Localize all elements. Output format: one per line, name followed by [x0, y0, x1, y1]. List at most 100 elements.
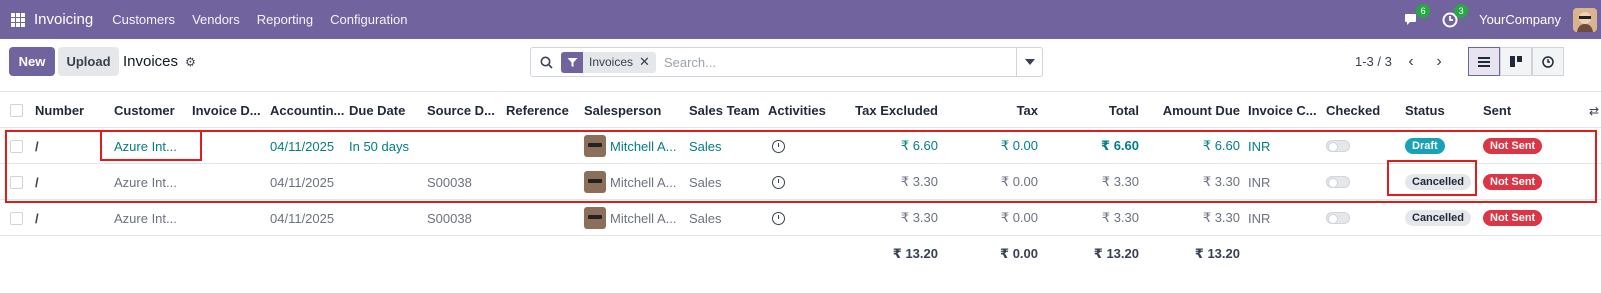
activity-clock-icon[interactable] — [772, 128, 792, 164]
cell-source-document: S00038 — [427, 174, 472, 190]
menu-configuration[interactable]: Configuration — [330, 12, 407, 27]
upload-button[interactable]: Upload — [58, 47, 119, 76]
cell-due-date — [349, 164, 423, 200]
cell-amount-due: ₹ 3.30 — [1202, 174, 1240, 189]
cell-total: ₹ 3.30 — [1101, 174, 1139, 189]
col-activities[interactable]: Activities — [768, 92, 842, 128]
not-sent-badge: Not Sent — [1483, 138, 1543, 154]
kanban-view-icon[interactable] — [1500, 47, 1532, 76]
status-badge: Cancelled — [1405, 164, 1479, 200]
activity-clock-icon[interactable] — [772, 164, 792, 200]
col-checked[interactable]: Checked — [1326, 92, 1400, 128]
checked-toggle[interactable] — [1326, 164, 1366, 200]
col-salesperson[interactable]: Salesperson — [584, 92, 684, 128]
search-input[interactable] — [663, 54, 1016, 70]
col-sent[interactable]: Sent — [1483, 92, 1543, 128]
menu-customers[interactable]: Customers — [112, 12, 175, 27]
table-row[interactable]: / Azure Int... 04/11/2025 S00038 Mitchel… — [0, 200, 1601, 236]
col-accounting-date[interactable]: Accountin... — [270, 92, 344, 128]
total-tax-excluded: ₹ 13.20 — [892, 246, 938, 261]
row-checkbox[interactable] — [10, 164, 24, 200]
company-switcher[interactable]: YourCompany — [1479, 12, 1561, 27]
remove-facet-icon[interactable]: ✕ — [639, 52, 656, 73]
salesperson-name: Mitchell A... — [610, 174, 677, 190]
cell-salesperson[interactable]: Mitchell A... — [584, 164, 684, 200]
table-row[interactable]: / Azure Int... 04/11/2025 In 50 days Mit… — [0, 128, 1601, 164]
activity-clock-icon[interactable] — [772, 200, 792, 236]
cell-amount-due: ₹ 6.60 — [1202, 138, 1240, 153]
cell-invoice-date — [192, 200, 266, 236]
salesperson-avatar — [584, 171, 606, 193]
status-draft-badge: Draft — [1405, 138, 1445, 154]
search-options-toggle[interactable] — [1016, 48, 1042, 76]
user-avatar[interactable] — [1573, 7, 1597, 32]
gear-icon[interactable]: ⚙ — [185, 55, 196, 69]
cell-salesperson[interactable]: Mitchell A... — [584, 200, 684, 236]
pager-value[interactable]: 1-3 / 3 — [1355, 54, 1392, 69]
menu-reporting[interactable]: Reporting — [257, 12, 313, 27]
menu-vendors[interactable]: Vendors — [192, 12, 240, 27]
cell-source-document — [427, 128, 501, 164]
search-icon[interactable] — [531, 56, 561, 69]
col-number[interactable]: Number — [35, 92, 109, 128]
col-customer[interactable]: Customer — [114, 92, 188, 128]
not-sent-badge: Not Sent — [1483, 210, 1543, 226]
cell-tax-excluded: ₹ 6.60 — [900, 138, 938, 153]
activity-view-icon[interactable] — [1532, 47, 1564, 76]
checked-toggle[interactable] — [1326, 200, 1366, 236]
messages-icon[interactable]: 6 — [1403, 3, 1431, 29]
cell-invoice-date — [192, 164, 266, 200]
cell-tax-excluded: ₹ 3.30 — [900, 174, 938, 189]
app-brand[interactable]: Invoicing — [34, 11, 93, 28]
cell-reference — [506, 200, 580, 236]
status-cancelled-badge: Cancelled — [1405, 174, 1471, 190]
cell-customer: Azure Int... — [114, 174, 177, 190]
cell-number: / — [35, 210, 39, 226]
row-checkbox[interactable] — [10, 200, 24, 236]
col-tax[interactable]: Tax — [942, 92, 1038, 128]
search-facet: Invoices ✕ — [561, 51, 656, 73]
optional-columns-icon[interactable]: ⇄ — [1589, 104, 1599, 118]
row-checkbox[interactable] — [10, 128, 24, 164]
cell-sales-team: Sales — [689, 138, 722, 154]
status-cancelled-badge: Cancelled — [1405, 210, 1471, 226]
total-tax: ₹ 0.00 — [1000, 246, 1038, 261]
cell-tax: ₹ 0.00 — [1000, 174, 1038, 189]
col-reference[interactable]: Reference — [506, 92, 580, 128]
list-view-icon[interactable] — [1468, 47, 1500, 76]
col-invoice-date[interactable]: Invoice D... — [192, 92, 266, 128]
col-tax-excluded[interactable]: Tax Excluded — [846, 92, 938, 128]
col-due-date[interactable]: Due Date — [349, 92, 423, 128]
invoice-list: Number Customer Invoice D... Accountin..… — [0, 92, 1601, 272]
control-panel: New Upload Invoices ⚙ Invoices ✕ 1-3 / 3 — [0, 39, 1601, 92]
total-total: ₹ 13.20 — [1093, 246, 1139, 261]
cell-source-document: S00038 — [427, 210, 472, 226]
select-all-checkbox[interactable] — [10, 92, 24, 128]
activities-clock-icon[interactable]: 3 — [1441, 3, 1469, 29]
col-total[interactable]: Total — [1042, 92, 1139, 128]
breadcrumb: Invoices ⚙ — [123, 53, 196, 70]
col-sales-team[interactable]: Sales Team — [689, 92, 763, 128]
cell-salesperson[interactable]: Mitchell A... — [584, 128, 684, 164]
cell-due-date: In 50 days — [349, 138, 409, 154]
col-invoice-currency[interactable]: Invoice C... — [1248, 92, 1322, 128]
new-button[interactable]: New — [9, 47, 55, 76]
salesperson-name: Mitchell A... — [610, 210, 677, 226]
totals-row: ₹ 13.20 ₹ 0.00 ₹ 13.20 ₹ 13.20 — [0, 236, 1601, 272]
sent-badge: Not Sent — [1483, 128, 1553, 164]
cell-number: / — [35, 138, 39, 154]
pager-next-icon[interactable]: › — [1425, 48, 1453, 76]
sent-badge: Not Sent — [1483, 164, 1553, 200]
messages-count-badge: 6 — [1416, 3, 1431, 18]
table-row[interactable]: / Azure Int... 04/11/2025 S00038 Mitchel… — [0, 164, 1601, 200]
search-bar[interactable]: Invoices ✕ — [530, 47, 1043, 77]
col-amount-due[interactable]: Amount Due — [1143, 92, 1240, 128]
checked-toggle[interactable] — [1326, 128, 1366, 164]
pager-previous-icon[interactable]: ‹ — [1397, 48, 1425, 76]
table-header: Number Customer Invoice D... Accountin..… — [0, 92, 1601, 128]
col-status[interactable]: Status — [1405, 92, 1479, 128]
col-source-document[interactable]: Source D... — [427, 92, 501, 128]
not-sent-badge: Not Sent — [1483, 174, 1543, 190]
activities-count-badge: 3 — [1454, 3, 1469, 18]
apps-menu-icon[interactable] — [11, 12, 25, 27]
